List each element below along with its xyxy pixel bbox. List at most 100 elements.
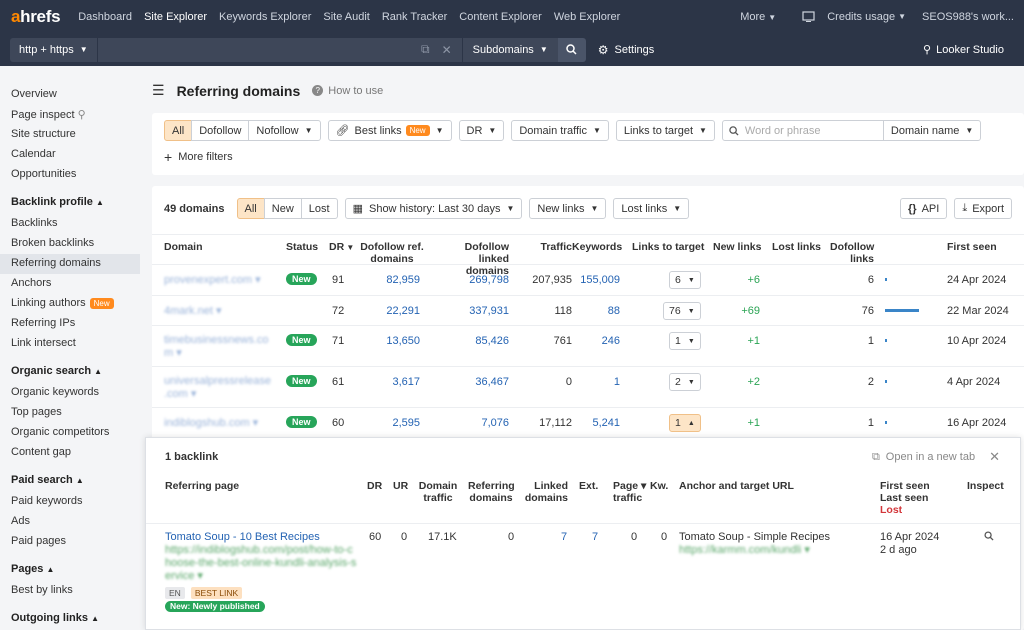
nav-account[interactable]: SEOS988's work... [922,11,1014,23]
linked-domains-link[interactable]: 36,467 [432,376,509,388]
sidebar-item-broken-backlinks[interactable]: Broken backlinks [0,234,140,254]
export-button[interactable]: ⤓ Export [954,198,1012,219]
keywords-link[interactable]: 88 [572,305,620,317]
sidebar-item-calendar[interactable]: Calendar [0,145,140,165]
ahrefs-logo[interactable]: ahrefs [11,7,61,27]
referring-page-url-wrap[interactable]: ervice ▾ [165,570,203,583]
target-url[interactable]: https://karmm.com/kundli ▾ [679,544,810,557]
col-ext[interactable]: Ext. [579,480,598,492]
sidebar-item-paid-keywords[interactable]: Paid keywords [0,492,140,512]
sidebar-item-paid-pages[interactable]: Paid pages [0,532,140,552]
sidebar-item-best-by-links[interactable]: Best by links [0,581,140,601]
links-to-target-dropdown[interactable]: 2 ▼ [669,373,701,391]
protocol-select[interactable]: http + https ▼ [10,37,97,62]
toggle-all[interactable]: All [236,198,265,219]
domain-link-wrap[interactable]: .com ▾ [164,388,196,400]
col-keywords[interactable]: Keywords [572,241,622,253]
links-to-target-dropdown[interactable]: 76 ▼ [663,302,701,320]
nav-credits[interactable]: Credits usage ▼ [802,11,906,23]
domain-link[interactable]: timebusinessnews.co [164,334,269,346]
sidebar-item-site-structure[interactable]: Site structure [0,125,140,145]
word-phrase-input[interactable]: Word or phrase [721,120,884,141]
linked-domains-link[interactable]: 7 [561,531,567,544]
col-dr[interactable]: DR [367,480,382,492]
nav-site-audit[interactable]: Site Audit [323,11,369,23]
sidebar-item-referring-ips[interactable]: Referring IPs [0,314,140,334]
col-domain[interactable]: Domain [164,241,203,253]
col-anchor[interactable]: Anchor and target URL [679,480,794,492]
nav-content-explorer[interactable]: Content Explorer [459,11,542,23]
toggle-new[interactable]: New [263,198,302,219]
filter-all-button[interactable]: All [164,120,193,141]
col-domain-traffic[interactable]: Domain traffic [418,480,458,504]
settings-button[interactable]: ⚙ Settings [598,43,655,57]
col-status[interactable]: Status [286,241,318,253]
col-new-links[interactable]: New links [713,241,761,253]
col-dr[interactable]: DR ▼ [329,241,354,254]
domain-traffic-filter[interactable]: Domain traffic ▼ [511,120,609,141]
new-links-select[interactable]: New links ▼ [529,198,607,219]
col-links-to-target[interactable]: Links to target [632,241,704,253]
nav-web-explorer[interactable]: Web Explorer [554,11,620,23]
sidebar-section-organic-search[interactable]: Organic search ▲ [0,358,140,383]
external-link-icon[interactable]: ⧉ [421,42,430,57]
links-to-target-dropdown[interactable]: 1 ▼ [669,332,701,350]
sidebar-item-organic-keywords[interactable]: Organic keywords [0,383,140,403]
toggle-lost[interactable]: Lost [300,198,338,219]
col-page-traffic[interactable]: Page ▾ traffic [613,480,649,504]
sidebar-item-backlinks[interactable]: Backlinks [0,214,140,234]
referring-page-title[interactable]: Tomato Soup - 10 Best Recipes [165,531,320,544]
col-dofollow-ref[interactable]: Dofollow ref. domains [360,241,424,265]
col-dofollow-links[interactable]: Dofollow links [830,241,874,265]
col-inspect[interactable]: Inspect [967,480,1004,492]
nav-dashboard[interactable]: Dashboard [78,11,132,23]
col-referring-page[interactable]: Referring page [165,480,239,492]
sidebar-item-opportunities[interactable]: Opportunities [0,165,140,185]
sidebar-item-overview[interactable]: Overview [0,85,140,105]
sidebar-section-backlink-profile[interactable]: Backlink profile ▲ [0,189,140,214]
col-ur[interactable]: UR [393,480,408,492]
close-icon[interactable]: ✕ [442,43,452,57]
nav-site-explorer[interactable]: Site Explorer [144,11,207,23]
search-button[interactable] [557,37,586,62]
nav-more[interactable]: More ▼ [740,11,776,23]
ref-domains-link[interactable]: 82,959 [360,274,420,286]
sidebar-item-page-inspect[interactable]: Page inspect ⚲ [0,105,140,125]
nav-keywords-explorer[interactable]: Keywords Explorer [219,11,311,23]
linked-domains-link[interactable]: 7,076 [432,417,509,429]
nav-rank-tracker[interactable]: Rank Tracker [382,11,447,23]
show-history-select[interactable]: ▦ Show history: Last 30 days ▼ [344,198,523,219]
referring-page-url[interactable]: https://indiblogshub.com/post/how-to-c [165,544,353,557]
domain-link[interactable]: provenexpert.com ▾ [164,274,261,286]
filter-dofollow-button[interactable]: Dofollow [191,120,250,141]
col-first-seen[interactable]: First seen [947,241,997,253]
ref-domains-link[interactable]: 22,291 [360,305,420,317]
dr-filter[interactable]: DR ▼ [458,120,505,141]
links-to-target-filter[interactable]: Links to target ▼ [615,120,715,141]
linked-domains-link[interactable]: 85,426 [432,335,509,347]
api-button[interactable]: {} API [900,198,948,219]
ref-domains-link[interactable]: 2,595 [360,417,420,429]
col-traffic[interactable]: Traffic [528,241,572,253]
inspect-button[interactable] [984,531,994,545]
close-icon[interactable]: ✕ [989,449,1000,465]
sidebar-section-pages[interactable]: Pages ▲ [0,556,140,581]
links-to-target-dropdown[interactable]: 1 ▲ [669,414,701,432]
links-to-target-dropdown[interactable]: 6 ▼ [669,271,701,289]
keywords-link[interactable]: 155,009 [572,274,620,286]
col-referring-domains[interactable]: Referring domains [468,480,515,504]
more-filters-button[interactable]: + More filters [164,149,233,165]
sidebar-item-content-gap[interactable]: Content gap [0,443,140,463]
target-url-input[interactable]: ⧉ ✕ [96,37,462,62]
domain-link[interactable]: 4mark.net ▾ [164,305,222,317]
sidebar-item-linking-authors[interactable]: Linking authors New [0,294,140,314]
ref-domains-link[interactable]: 13,650 [360,335,420,347]
keywords-link[interactable]: 1 [572,376,620,388]
col-kw[interactable]: Kw. [650,480,668,492]
domain-link[interactable]: indiblogshub.com ▾ [164,417,258,429]
linked-domains-link[interactable]: 337,931 [432,305,509,317]
mode-select[interactable]: Subdomains ▼ [461,37,558,62]
lost-links-select[interactable]: Lost links ▼ [613,198,690,219]
looker-studio-button[interactable]: ⚲ Looker Studio [923,43,1004,57]
linked-domains-link[interactable]: 269,798 [432,274,509,286]
